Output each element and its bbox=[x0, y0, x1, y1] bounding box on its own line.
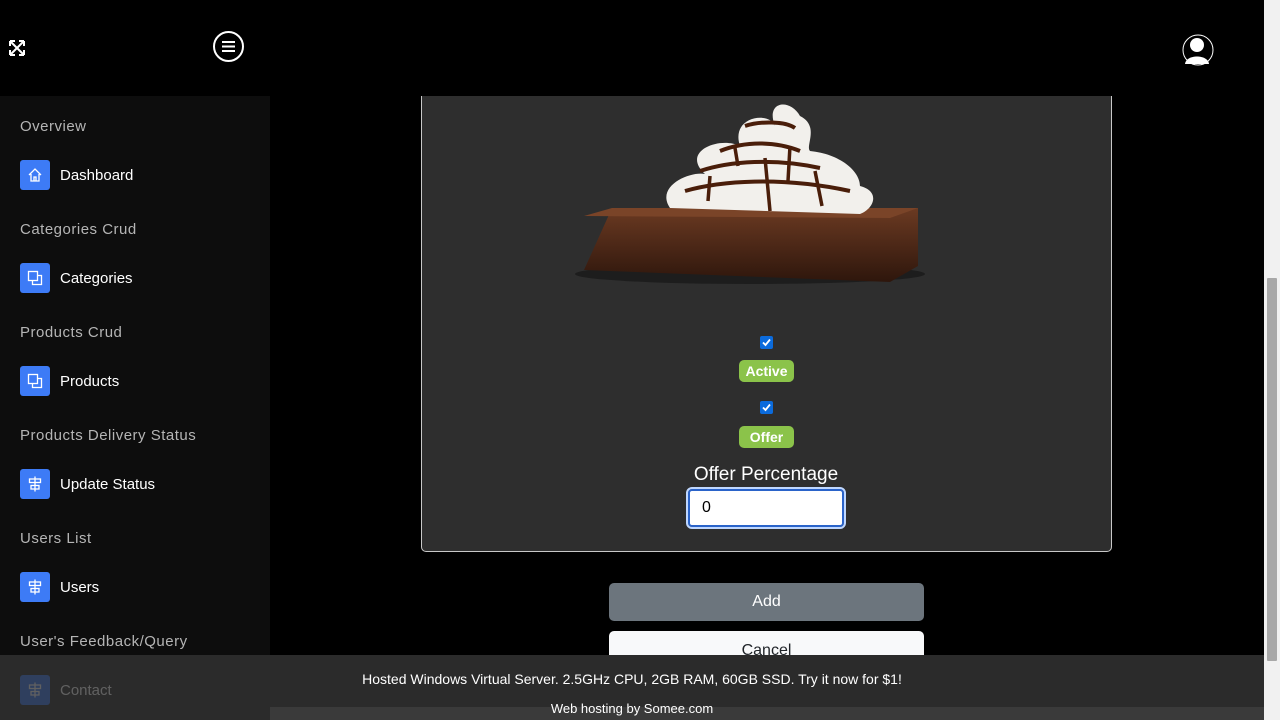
sidebar-section-delivery-status: Products Delivery Status bbox=[20, 427, 197, 444]
offer-checkbox[interactable] bbox=[760, 401, 773, 414]
sidebar-section-users-list: Users List bbox=[20, 530, 92, 547]
sidebar-item-users[interactable]: Users bbox=[20, 572, 99, 602]
top-bar bbox=[0, 0, 1264, 96]
windows-icon bbox=[20, 366, 50, 396]
active-badge: Active bbox=[739, 360, 794, 382]
home-icon bbox=[20, 160, 50, 190]
expand-arrows-icon[interactable] bbox=[9, 40, 25, 56]
windows-icon bbox=[20, 263, 50, 293]
hosting-credit-bar: Web hosting by Somee.com bbox=[270, 701, 1264, 720]
sidebar-section-products-crud: Products Crud bbox=[20, 324, 123, 341]
sidebar-section-feedback: User's Feedback/Query bbox=[20, 633, 188, 650]
sidebar-section-overview: Overview bbox=[20, 118, 87, 135]
sidebar-item-categories[interactable]: Categories bbox=[20, 263, 133, 293]
sidebar-item-label: Dashboard bbox=[60, 166, 134, 184]
hosting-ad-text[interactable]: Hosted Windows Virtual Server. 2.5GHz CP… bbox=[0, 671, 1264, 687]
page-scrollbar-thumb[interactable] bbox=[1267, 278, 1277, 661]
hamburger-menu-icon[interactable] bbox=[213, 31, 244, 62]
sidebar-section-categories-crud: Categories Crud bbox=[20, 221, 137, 238]
sidebar-item-update-status[interactable]: Update Status bbox=[20, 469, 155, 499]
product-image bbox=[560, 96, 940, 296]
align-center-icon bbox=[20, 469, 50, 499]
user-avatar-icon[interactable] bbox=[1182, 34, 1214, 66]
sidebar-item-label: Categories bbox=[60, 269, 133, 287]
add-button[interactable]: Add bbox=[609, 583, 924, 621]
sidebar-item-label: Users bbox=[60, 578, 100, 596]
align-center-icon bbox=[20, 572, 50, 602]
sidebar-item-label: Update Status bbox=[60, 475, 156, 493]
sidebar-item-products[interactable]: Products bbox=[20, 366, 119, 396]
offer-percentage-input[interactable] bbox=[686, 487, 846, 529]
offer-badge: Offer bbox=[739, 426, 794, 448]
sidebar-item-label: Products bbox=[60, 372, 120, 390]
hosting-credit-text[interactable]: Web hosting by Somee.com bbox=[270, 701, 994, 716]
active-checkbox[interactable] bbox=[760, 336, 773, 349]
sidebar-item-dashboard[interactable]: Dashboard bbox=[20, 160, 133, 190]
offer-percentage-label: Offer Percentage bbox=[693, 464, 839, 485]
